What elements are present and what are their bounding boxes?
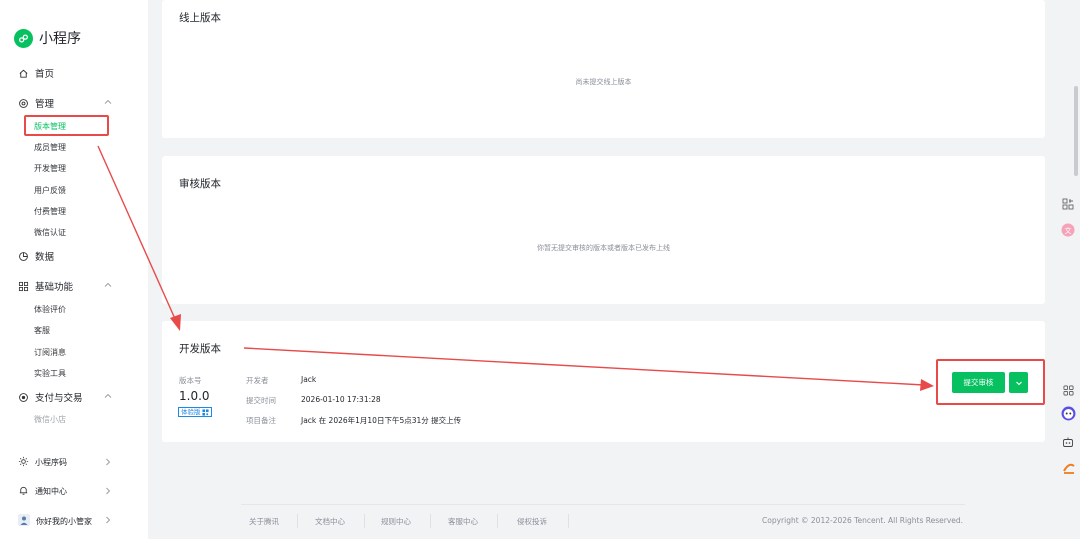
- nav-manage-label: 管理: [35, 99, 55, 110]
- nav-notify[interactable]: 通知中心: [18, 485, 67, 498]
- translate-icon: 文: [1061, 223, 1075, 237]
- bot-icon: [1063, 437, 1073, 447]
- footer-link-about[interactable]: 关于腾讯: [249, 516, 279, 527]
- footer-link-complaint[interactable]: 侵权投诉: [517, 516, 547, 527]
- footer-divider: [241, 504, 965, 505]
- qrcode-icon: [18, 456, 29, 469]
- project-note-value: Jack 在 2026年1月10日下午5点31分 提交上传: [301, 416, 462, 425]
- review-version-card: 审核版本 你暂无提交审核的版本或者版本已发布上线: [162, 156, 1045, 304]
- dev-version-card: 开发版本: [162, 321, 1045, 442]
- sidebar-item-version-manage[interactable]: 版本管理: [34, 121, 66, 132]
- chevron-up-icon[interactable]: [104, 392, 112, 400]
- nav-basic[interactable]: 基础功能: [18, 279, 73, 293]
- review-version-title: 审核版本: [179, 178, 221, 190]
- dev-version-title: 开发版本: [179, 343, 221, 355]
- footer-separator: [568, 514, 569, 528]
- nav-account-label: 你好我的小管家: [36, 516, 92, 526]
- sidebar-item-experience-review[interactable]: 体验评价: [34, 304, 66, 315]
- review-version-empty: 你暂无提交审核的版本或者版本已发布上线: [537, 244, 670, 252]
- online-version-card: 线上版本 尚未提交线上版本: [162, 0, 1045, 138]
- version-number-label: 版本号: [179, 376, 202, 385]
- rail-apps[interactable]: [1060, 382, 1076, 398]
- svg-text:文: 文: [1065, 226, 1072, 235]
- experience-badge[interactable]: 体验版: [178, 407, 212, 417]
- chevron-right-icon[interactable]: [104, 516, 112, 524]
- experience-badge-label: 体验版: [181, 408, 201, 416]
- sidebar-item-customer-service[interactable]: 客服: [34, 325, 50, 336]
- nav-home-label: 首页: [35, 69, 55, 80]
- apps-icon: [1063, 385, 1073, 395]
- bell-icon: [18, 485, 29, 498]
- nav-data-label: 数据: [35, 252, 55, 263]
- rail-bot[interactable]: [1060, 434, 1076, 450]
- submit-review-button[interactable]: 提交审核: [952, 372, 1005, 393]
- footer-separator: [430, 514, 431, 528]
- avatar-icon: [18, 514, 30, 528]
- chevron-down-icon: [1015, 381, 1022, 385]
- sidebar-item-dev-manage[interactable]: 开发管理: [34, 163, 66, 174]
- sidebar-item-member-manage[interactable]: 成员管理: [34, 142, 66, 153]
- version-number: 1.0.0: [179, 389, 210, 403]
- pay-icon: [18, 392, 29, 403]
- footer-link-docs[interactable]: 文档中心: [315, 516, 345, 527]
- miniprogram-logo-icon: [14, 28, 33, 48]
- sidebar-item-lab-tools[interactable]: 实验工具: [34, 368, 66, 379]
- footer-separator: [364, 514, 365, 528]
- chevron-right-icon[interactable]: [104, 458, 112, 466]
- submit-time-value: 2026-01-10 17:31:28: [301, 395, 381, 404]
- chevron-up-icon[interactable]: [104, 281, 112, 289]
- sidebar-item-wechat-verify[interactable]: 微信认证: [34, 227, 66, 238]
- submit-time-label: 提交时间: [246, 396, 276, 405]
- qrcode-icon: [201, 408, 209, 416]
- nav-basic-label: 基础功能: [35, 282, 74, 293]
- nav-notify-label: 通知中心: [35, 487, 67, 496]
- nav-pay-label: 支付与交易: [35, 393, 83, 404]
- copyright: Copyright © 2012-2026 Tencent. All Right…: [762, 516, 964, 525]
- developer-value: Jack: [301, 375, 317, 384]
- footer-separator: [497, 514, 498, 528]
- nav-data[interactable]: 数据: [18, 249, 54, 263]
- nav-qrcode-label: 小程序码: [35, 458, 67, 467]
- nav-home[interactable]: 首页: [18, 66, 54, 80]
- chevron-up-icon[interactable]: [104, 98, 112, 106]
- manage-icon: [18, 98, 29, 109]
- footer-link-rules[interactable]: 规则中心: [381, 516, 411, 527]
- project-note-label: 项目备注: [246, 416, 276, 425]
- brand-logo-icon: [1063, 463, 1075, 474]
- app-title: 小程序: [39, 31, 81, 47]
- online-version-title: 线上版本: [179, 12, 221, 24]
- footer-link-service[interactable]: 客服中心: [448, 516, 478, 527]
- nav-account[interactable]: 你好我的小管家: [18, 514, 92, 528]
- rail-translate[interactable]: 文: [1060, 222, 1076, 238]
- rail-assistant[interactable]: [1060, 405, 1076, 421]
- nav-manage[interactable]: 管理: [18, 96, 54, 110]
- sidebar-item-subscribe-msg[interactable]: 订阅消息: [34, 347, 66, 358]
- developer-label: 开发者: [246, 376, 269, 385]
- submit-dropdown-button[interactable]: [1009, 372, 1028, 393]
- qrcode-icon: [1062, 198, 1074, 210]
- nav-pay[interactable]: 支付与交易: [18, 390, 83, 404]
- rail-qrcode[interactable]: [1060, 196, 1076, 212]
- home-icon: [18, 68, 29, 79]
- sidebar-item-wechat-shop[interactable]: 微信小店: [34, 414, 66, 425]
- rail-brand[interactable]: [1060, 458, 1078, 478]
- footer-separator: [297, 514, 298, 528]
- scrollbar[interactable]: [1074, 86, 1078, 176]
- chevron-right-icon[interactable]: [104, 487, 112, 495]
- sidebar-item-user-feedback[interactable]: 用户反馈: [34, 185, 66, 196]
- nav-qrcode[interactable]: 小程序码: [18, 456, 67, 469]
- grid-icon: [18, 281, 29, 292]
- sidebar-item-paid-manage[interactable]: 付费管理: [34, 206, 66, 217]
- sidebar: 小程序 首页 管理 版本管理 成员管理 开发管理 用户反馈 付费管理 微信认证 …: [0, 0, 148, 539]
- app-logo[interactable]: 小程序: [14, 28, 81, 48]
- assistant-icon: [1061, 406, 1075, 420]
- online-version-empty: 尚未提交线上版本: [575, 78, 632, 86]
- data-icon: [18, 251, 29, 262]
